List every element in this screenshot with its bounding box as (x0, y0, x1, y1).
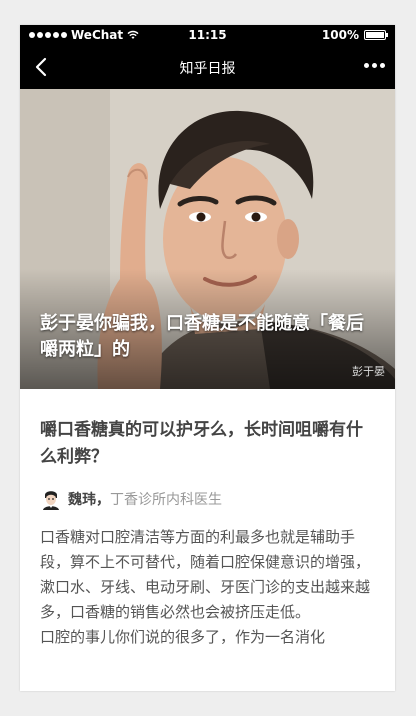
image-credit: 彭于晏 (352, 365, 385, 378)
more-dots-icon[interactable] (364, 63, 385, 68)
article-content: 嚼口香糖真的可以护牙么，长时间咀嚼有什么利弊？ 魏玮， 丁香诊所内科医生 口香糖… (20, 389, 395, 650)
body-paragraph: 口香糖对口腔清洁等方面的利最多也就是辅助手段，算不上不可替代，随着口腔保健意识的… (40, 528, 371, 621)
battery-status: 100% (321, 28, 388, 42)
nav-bar: 知乎日报 (20, 45, 395, 89)
author-avatar-icon (40, 488, 62, 510)
nav-title: 知乎日报 (179, 61, 236, 77)
hero-image: 彭于晏你骗我，口香糖是不能随意「餐后嚼两粒」的 彭于晏 (20, 89, 395, 389)
question-title: 嚼口香糖真的可以护牙么，长时间咀嚼有什么利弊？ (40, 420, 363, 467)
phone-screen: WeChat 11:15 100% 知乎日报 彭于晏你骗我，口香糖是不能随意「餐… (20, 25, 395, 691)
body-paragraph: 口腔的事儿你们说的很多了，作为一名消化 (40, 628, 326, 646)
author-bio: 丁香诊所内科医生 (110, 492, 222, 508)
answer-body: 口香糖对口腔清洁等方面的利最多也就是辅助手段，算不上不可替代，随着口腔保健意识的… (40, 525, 375, 650)
hero-title[interactable]: 彭于晏你骗我，口香糖是不能随意「餐后嚼两粒」的 (40, 311, 375, 363)
status-bar: WeChat 11:15 100% (20, 25, 395, 45)
author-name[interactable]: 魏玮， (68, 489, 110, 509)
battery-percent: 100% (321, 28, 359, 42)
avatar[interactable] (40, 488, 62, 510)
battery-icon (364, 30, 388, 40)
author-row: 魏玮， 丁香诊所内科医生 (40, 487, 375, 511)
